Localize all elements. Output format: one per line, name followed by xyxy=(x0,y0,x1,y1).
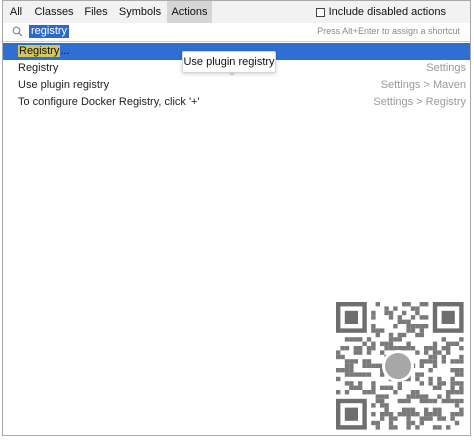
result-context: Settings xyxy=(426,62,466,74)
include-disabled-label: Include disabled actions xyxy=(328,6,446,18)
result-label: Use plugin registry xyxy=(18,79,110,91)
qr-center-avatar xyxy=(382,350,414,382)
search-row: registry Press Alt+Enter to assign a sho… xyxy=(3,23,470,42)
tab-classes[interactable]: Classes xyxy=(31,1,77,23)
include-disabled-toggle[interactable]: Include disabled actions xyxy=(315,1,446,23)
search-icon xyxy=(12,26,23,37)
result-context: Settings > Maven xyxy=(380,79,466,91)
match-highlight: Registry xyxy=(18,45,61,57)
checkbox-icon[interactable] xyxy=(315,7,325,17)
tab-files[interactable]: Files xyxy=(79,1,113,23)
result-label: Registry xyxy=(18,62,59,74)
result-label-rest: ... xyxy=(60,45,70,57)
tab-all[interactable]: All xyxy=(3,1,29,23)
tab-actions[interactable]: Actions xyxy=(167,1,212,23)
result-label: To configure Docker Registry, click '+' xyxy=(18,96,200,108)
tab-symbols[interactable]: Symbols xyxy=(113,1,167,23)
result-label: Registry... xyxy=(18,43,70,60)
search-input[interactable]: registry xyxy=(29,25,70,38)
result-docker-registry[interactable]: To configure Docker Registry, click '+' … xyxy=(3,94,470,111)
tooltip: Use plugin registry xyxy=(182,51,276,73)
result-use-plugin-registry[interactable]: Use plugin registry Settings > Maven xyxy=(3,77,470,94)
search-everywhere-popup: All Classes Files Symbols Actions Includ… xyxy=(2,0,471,436)
shortcut-hint: Press Alt+Enter to assign a shortcut xyxy=(317,26,460,36)
qr-code-image xyxy=(334,300,465,432)
result-context: Settings > Registry xyxy=(373,96,466,108)
tab-bar: All Classes Files Symbols Actions Includ… xyxy=(3,1,470,24)
